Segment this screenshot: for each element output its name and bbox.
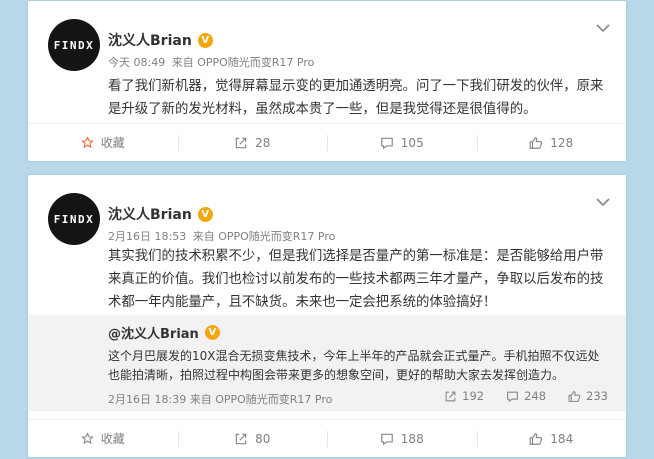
favorite-label: 收藏 [100,432,125,446]
quoted-source-link[interactable]: 来自 OPPO随光而变R17 Pro [190,393,333,406]
favorite-button[interactable]: 收藏 [28,420,178,457]
quoted-comment-count: 248 [524,389,547,403]
thumbs-up-icon [568,390,581,402]
weibo-post-card: FINDX 沈义人Brian V 今天 08:49 来自 OPPO随光而变R17… [28,1,626,161]
like-button[interactable]: 184 [476,420,627,457]
quoted-text: 这个月巴展发的10X混合无损变焦技术，今年上半年的产品就会正式量产。手机拍照不仅… [108,349,600,382]
author-row: 沈义人Brian V [108,30,213,50]
verified-v-icon: V [197,32,213,48]
repost-icon [445,391,456,401]
quoted-meta: 2月16日 18:39 来自 OPPO随光而变R17 Pro [108,391,332,407]
quoted-like-count: 233 [586,389,608,403]
star-icon [81,432,94,444]
repost-count: 80 [255,431,271,446]
comment-icon [507,391,519,402]
quoted-author-row: @沈义人Brian V [108,323,220,342]
comment-count: 188 [400,431,424,446]
author-name[interactable]: 沈义人Brian [108,30,192,50]
post-time-link[interactable]: 今天 08:49 [108,56,165,69]
chevron-down-icon[interactable] [596,23,610,33]
favorite-label: 收藏 [100,136,125,150]
post-action-bar: 收藏 80 188 184 [28,419,626,457]
post-source-link[interactable]: 来自 OPPO随光而变R17 Pro [193,230,336,243]
quoted-repost-count: 192 [462,389,485,403]
quoted-post[interactable]: @沈义人Brian V 这个月巴展发的10X混合无损变焦技术，今年上半年的产品就… [28,315,626,411]
repost-icon [235,137,247,148]
favorite-button[interactable]: 收藏 [28,124,178,161]
post-meta: 2月16日 18:53 来自 OPPO随光而变R17 Pro [108,228,335,244]
post-text: 看了我们新机器，觉得屏幕显示变的更加通透明亮。问了一下我们研发的伙伴，原来是升级… [108,79,604,117]
comment-button[interactable]: 188 [327,420,477,457]
comment-icon [380,433,393,445]
like-count: 184 [550,431,574,446]
comment-button[interactable]: 105 [327,124,477,161]
quoted-author-name[interactable]: @沈义人Brian [108,323,199,342]
post-time-link[interactable]: 2月16日 18:53 [108,230,186,243]
post-meta: 今天 08:49 来自 OPPO随光而变R17 Pro [108,54,314,70]
post-text: 其实我们的技术积累不少，但是我们选择是否量产的第一标准是：是否能够给用户带来真正… [108,249,604,310]
post-source-link[interactable]: 来自 OPPO随光而变R17 Pro [172,56,315,69]
avatar[interactable]: FINDX [48,19,100,71]
verified-v-icon: V [204,325,220,340]
author-name[interactable]: 沈义人Brian [108,204,192,224]
like-count: 128 [550,135,574,150]
chevron-down-icon[interactable] [596,197,610,207]
weibo-post-card: FINDX 沈义人Brian V 2月16日 18:53 来自 OPPO随光而变… [28,175,626,457]
quoted-like-button[interactable]: 233 [568,389,608,403]
author-row: 沈义人Brian V [108,204,213,224]
repost-icon [235,433,247,444]
quoted-comment-button[interactable]: 248 [506,389,546,403]
quoted-action-bar: 192 248 233 [444,389,608,403]
repost-button[interactable]: 80 [177,420,328,457]
thumbs-up-icon [529,136,543,149]
like-button[interactable]: 128 [476,124,627,161]
thumbs-up-icon [529,432,543,445]
repost-count: 28 [255,135,271,150]
comment-icon [380,137,393,149]
verified-v-icon: V [197,206,213,222]
repost-button[interactable]: 28 [177,124,328,161]
comment-count: 105 [400,135,424,150]
avatar[interactable]: FINDX [48,193,100,245]
quoted-time-link[interactable]: 2月16日 18:39 [108,393,186,406]
quoted-repost-button[interactable]: 192 [444,389,484,403]
star-icon [81,136,94,148]
post-action-bar: 收藏 28 105 128 [28,123,626,161]
